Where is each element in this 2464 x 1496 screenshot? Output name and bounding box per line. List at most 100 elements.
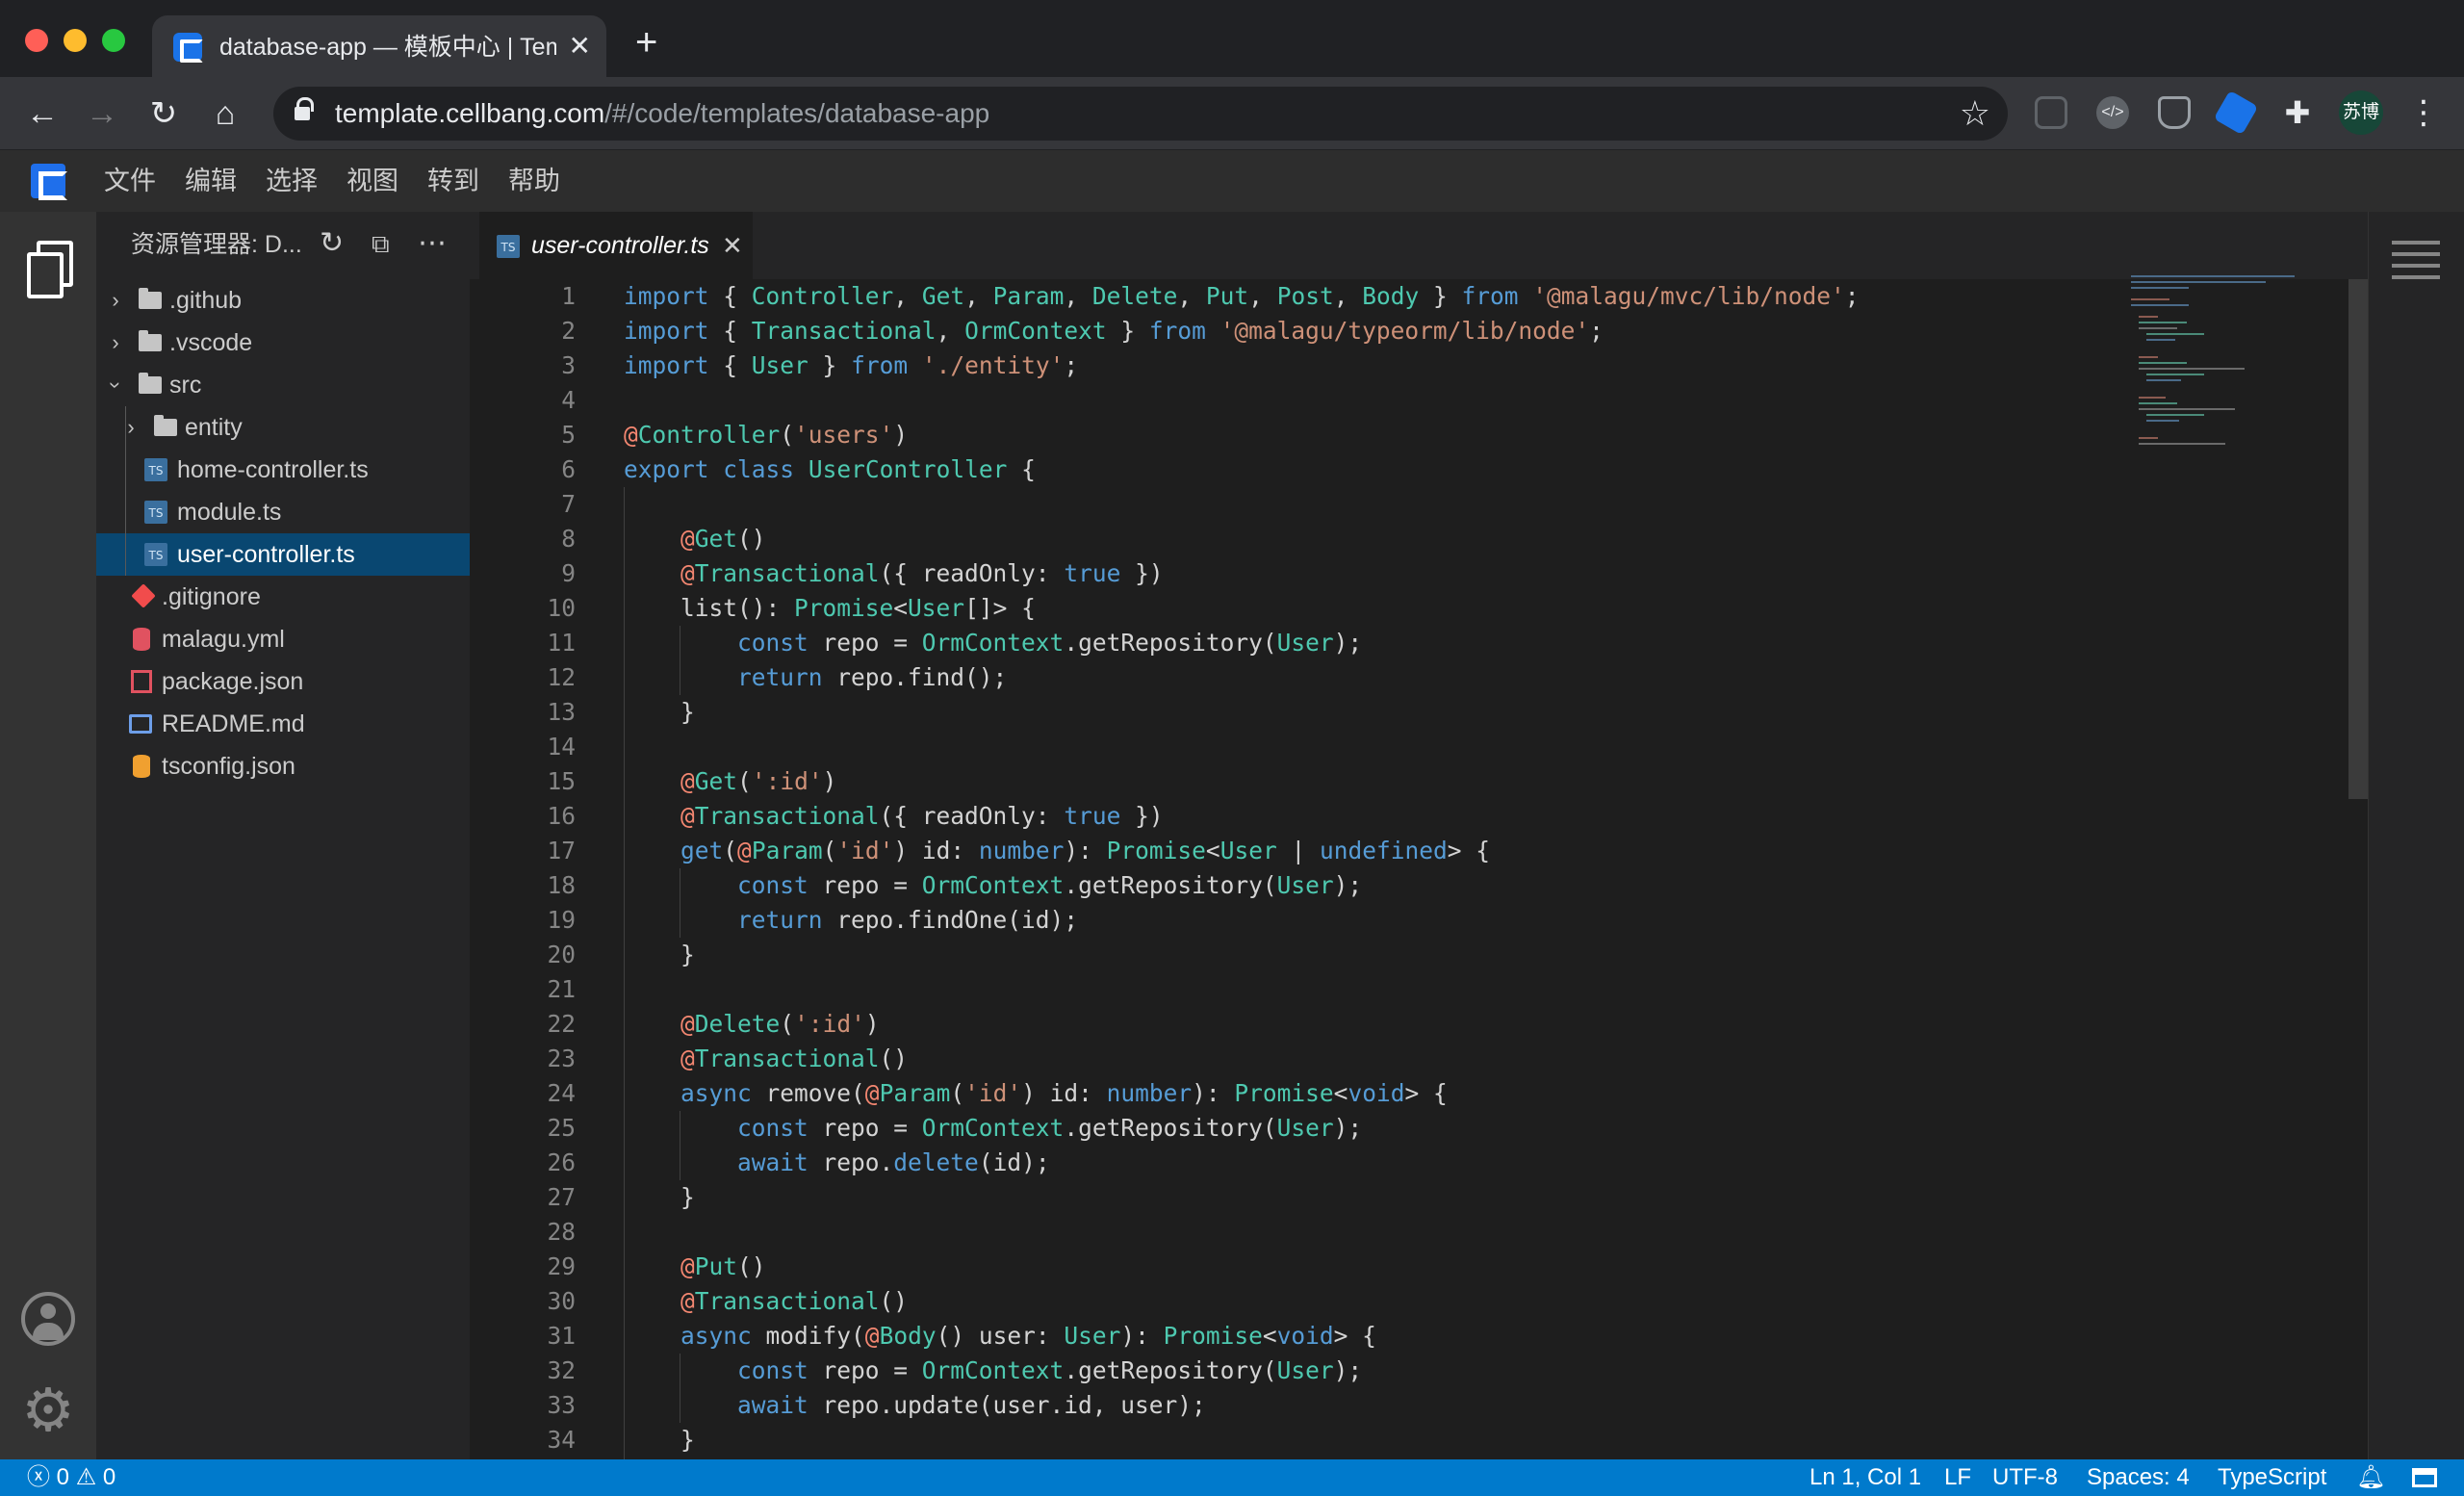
minimap-line xyxy=(2139,408,2235,410)
indentation[interactable]: Spaces: 4 xyxy=(2087,1459,2190,1496)
tree-item-github[interactable]: › .github xyxy=(96,279,470,322)
extension-shield-icon[interactable] xyxy=(2158,96,2191,129)
menu-selection[interactable]: 选择 xyxy=(266,166,318,196)
folder-icon xyxy=(139,330,162,351)
new-tab-button[interactable]: + xyxy=(635,23,657,62)
menu-file[interactable]: 文件 xyxy=(104,166,156,196)
cursor-position[interactable]: Ln 1, Col 1 xyxy=(1810,1459,1921,1496)
end-of-line[interactable]: LF xyxy=(1944,1459,1971,1496)
app-logo-icon[interactable] xyxy=(31,164,67,200)
lock-icon[interactable] xyxy=(295,97,314,122)
code-line: 26 await repo.delete(id); xyxy=(547,1148,1050,1176)
code-line: 13 } xyxy=(547,698,695,726)
menu-goto[interactable]: 转到 xyxy=(427,166,479,196)
warning-count: 0 xyxy=(102,1464,116,1490)
editor-minimap[interactable] xyxy=(2131,275,2304,449)
typescript-file-icon: TS xyxy=(144,543,167,566)
code-line: 8 @Get() xyxy=(561,525,766,553)
extension-screencast-icon[interactable] xyxy=(2035,96,2067,129)
forward-arrow-icon[interactable]: → xyxy=(81,92,123,135)
url-text[interactable]: template.cellbang.com/#/code/templates/d… xyxy=(335,98,989,129)
close-tab-icon[interactable]: ✕ xyxy=(569,31,591,62)
extension-cube-icon[interactable] xyxy=(2213,90,2259,136)
bookmark-star-icon[interactable]: ☆ xyxy=(1960,94,1990,133)
code-line: 29 @Put() xyxy=(547,1252,766,1280)
minimap-line xyxy=(2139,443,2225,445)
language-mode[interactable]: TypeScript xyxy=(2218,1459,2326,1496)
close-editor-tab-icon[interactable]: ✕ xyxy=(722,229,743,262)
back-arrow-icon[interactable]: ← xyxy=(21,92,64,135)
tree-item-vscode[interactable]: › .vscode xyxy=(96,322,470,364)
tree-item-label: README.md xyxy=(162,710,305,737)
tree-item-user-controller[interactable]: TS user-controller.ts xyxy=(96,533,470,576)
maximize-window-button[interactable] xyxy=(102,29,125,52)
tree-item-home-controller[interactable]: TS home-controller.ts xyxy=(96,449,470,491)
home-icon[interactable]: ⌂ xyxy=(204,92,246,135)
code-line: 23 @Transactional() xyxy=(547,1045,909,1072)
code-line: 27 } xyxy=(547,1183,695,1211)
chevron-right-icon: › xyxy=(112,288,119,312)
file-encoding[interactable]: UTF-8 xyxy=(1992,1459,2058,1496)
account-icon[interactable] xyxy=(21,1292,75,1346)
toggle-panel-icon[interactable] xyxy=(2412,1468,2437,1487)
notifications-bell-icon[interactable]: 🔔︎ xyxy=(2356,1466,2385,1489)
code-line: 7 xyxy=(561,490,576,518)
npm-package-icon xyxy=(131,670,152,693)
tree-item-package-json[interactable]: package.json xyxy=(96,660,470,703)
code-line: 20 } xyxy=(547,941,695,968)
tree-item-tsconfig[interactable]: tsconfig.json xyxy=(96,745,470,787)
menu-edit[interactable]: 编辑 xyxy=(185,166,237,196)
minimize-window-button[interactable] xyxy=(64,29,87,52)
reload-icon[interactable]: ↻ xyxy=(142,92,185,135)
code-line: 14 xyxy=(547,733,576,761)
tree-item-label: module.ts xyxy=(177,499,282,526)
more-actions-icon[interactable]: ⋯ xyxy=(418,227,447,260)
git-file-icon xyxy=(131,583,156,608)
close-window-button[interactable] xyxy=(25,29,48,52)
code-line: 3 import { User } from './entity'; xyxy=(561,351,1079,379)
tree-item-label: src xyxy=(169,372,202,399)
editor-tab-label: user-controller.ts xyxy=(531,232,709,259)
code-line: 30 @Transactional() xyxy=(547,1287,909,1315)
browser-menu-icon[interactable]: ⋮ xyxy=(2406,90,2441,135)
tree-item-module[interactable]: TS module.ts xyxy=(96,491,470,533)
tree-item-label: user-controller.ts xyxy=(177,541,355,568)
tree-item-readme[interactable]: README.md xyxy=(96,703,470,745)
code-line: 25 const repo = OrmContext.getRepository… xyxy=(547,1114,1363,1142)
editor-scrollbar-thumb[interactable] xyxy=(2348,279,2368,799)
minimap-line xyxy=(2139,397,2166,399)
code-line: 6 export class UserController { xyxy=(561,455,1036,483)
address-bar[interactable]: template.cellbang.com/#/code/templates/d… xyxy=(273,87,2008,141)
code-line: 16 @Transactional({ readOnly: true }) xyxy=(547,802,1164,830)
minimap-line xyxy=(2146,339,2175,341)
settings-gear-icon[interactable]: ⚙ xyxy=(17,1380,79,1442)
tree-item-malagu-yml[interactable]: malagu.yml xyxy=(96,618,470,660)
typescript-file-icon: TS xyxy=(497,235,520,258)
code-line: 18 const repo = OrmContext.getRepository… xyxy=(547,871,1363,899)
refresh-explorer-icon[interactable]: ↻ xyxy=(320,227,344,260)
minimap-line xyxy=(2146,333,2204,335)
extension-code-icon[interactable]: </> xyxy=(2096,96,2129,129)
tree-item-src[interactable]: › src xyxy=(96,364,470,406)
markdown-file-icon xyxy=(129,714,152,734)
yaml-file-icon xyxy=(133,628,150,651)
profile-avatar[interactable]: 苏博 xyxy=(2339,90,2383,135)
minimap-line xyxy=(2139,437,2158,439)
error-icon: ⓧ xyxy=(27,1464,50,1490)
extensions-puzzle-icon[interactable]: ✚ xyxy=(2281,96,2314,129)
browser-tab-active[interactable]: database-app — 模板中心 | Template ✕ xyxy=(152,15,606,77)
tree-item-gitignore[interactable]: .gitignore xyxy=(96,576,470,618)
menu-view[interactable]: 视图 xyxy=(346,166,398,196)
tree-item-label: malagu.yml xyxy=(162,626,285,653)
tree-item-entity[interactable]: › entity xyxy=(96,406,470,449)
editor-tab-user-controller[interactable]: TS user-controller.ts ✕ xyxy=(479,212,753,279)
menu-help[interactable]: 帮助 xyxy=(508,166,560,196)
collapse-folders-icon[interactable]: ⧉ xyxy=(372,227,390,260)
minimap-line xyxy=(2146,379,2181,381)
problems-status[interactable]: ⓧ 0 ⚠ 0 xyxy=(27,1459,116,1496)
browser-tabstrip: database-app — 模板中心 | Template ✕ + xyxy=(0,0,2464,77)
explorer-files-icon[interactable] xyxy=(27,241,73,298)
outline-list-icon[interactable] xyxy=(2392,241,2440,279)
code-line: 31 async modify(@Body() user: User): Pro… xyxy=(547,1322,1376,1350)
code-editor[interactable]: 1 import { Controller, Get, Param, Delete… xyxy=(470,279,2395,1459)
